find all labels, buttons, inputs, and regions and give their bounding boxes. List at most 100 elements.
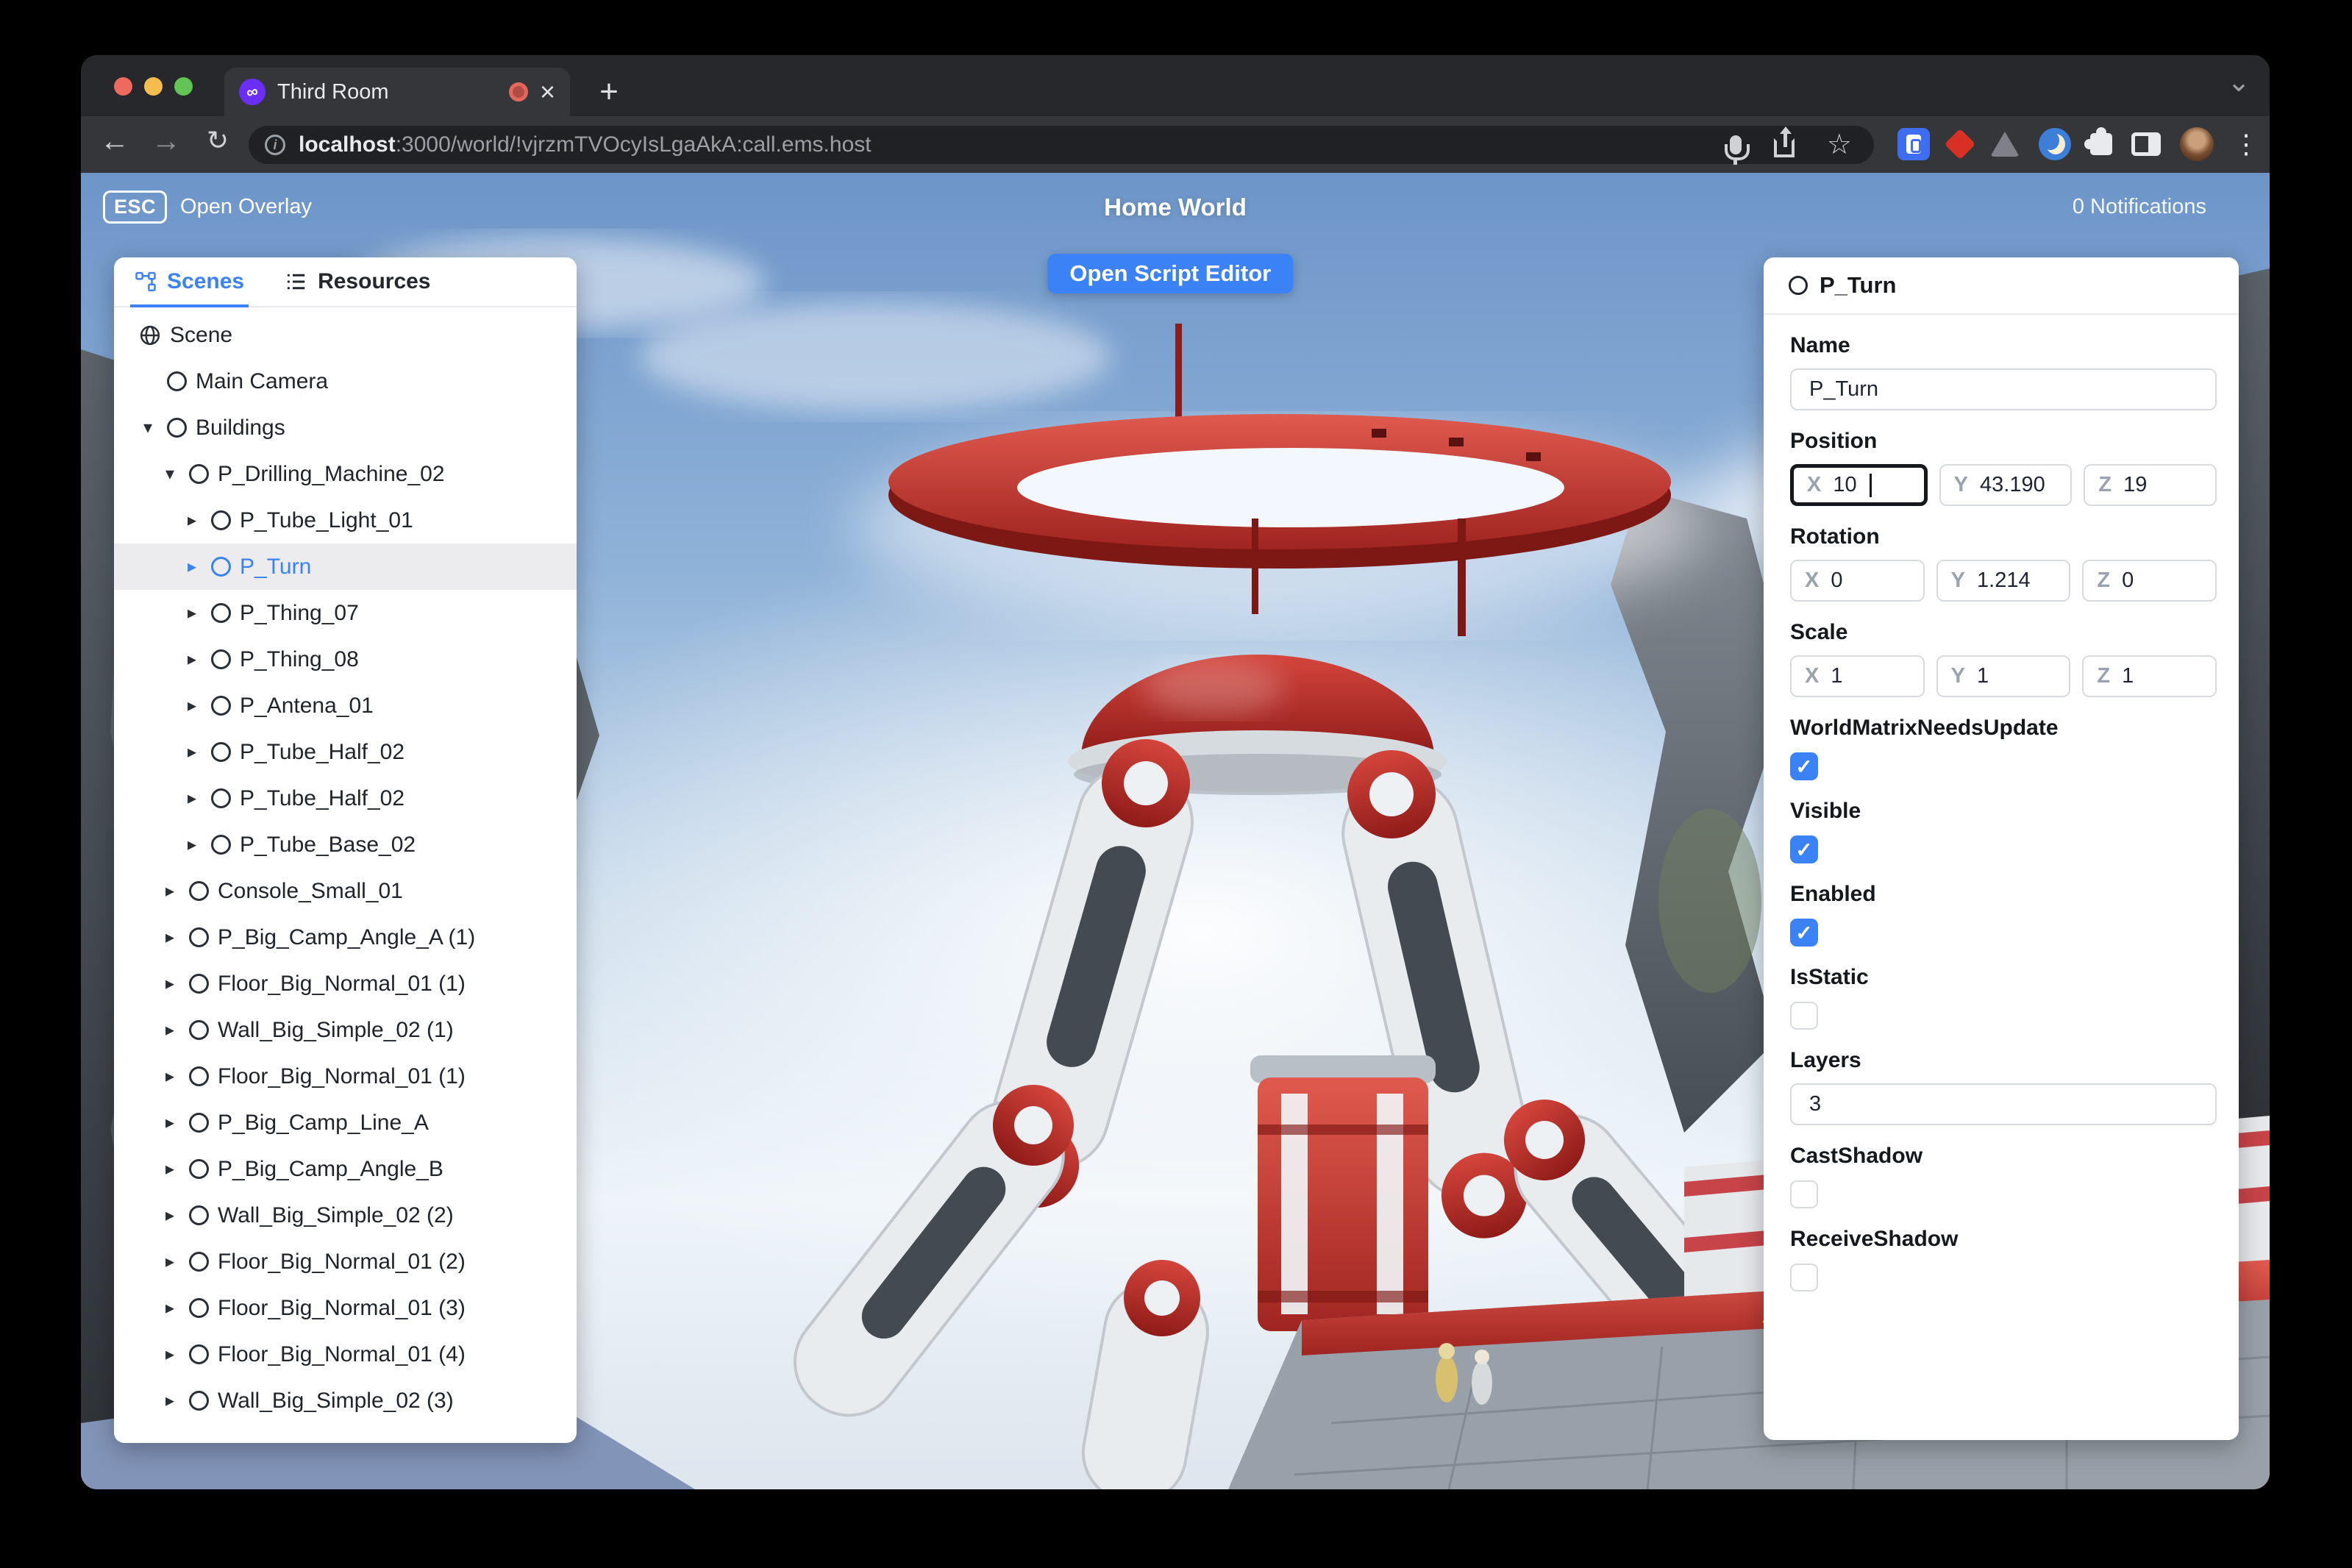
tab-resources[interactable]: Resources bbox=[285, 257, 431, 306]
name-value: P_Turn bbox=[1809, 377, 1879, 401]
chevron-collapsed-icon[interactable]: ▸ bbox=[182, 602, 202, 624]
tree-item-p-tube-base-02[interactable]: ▸ P_Tube_Base_02 bbox=[114, 822, 577, 868]
tree-item-wall-big-simple-02-1[interactable]: ▸ Wall_Big_Simple_02 (1) bbox=[114, 1007, 577, 1053]
node-circle-icon bbox=[211, 788, 231, 808]
chevron-collapsed-icon[interactable]: ▸ bbox=[182, 695, 202, 716]
new-tab-button[interactable]: + bbox=[588, 71, 630, 113]
tree-item-p-thing-08[interactable]: ▸ P_Thing_08 bbox=[114, 636, 577, 683]
position-x-input[interactable]: X 10 bbox=[1790, 464, 1928, 506]
tree-item-p-big-camp-angle-a-1[interactable]: ▸ P_Big_Camp_Angle_A (1) bbox=[114, 914, 577, 961]
minimize-window-button[interactable] bbox=[144, 77, 163, 96]
side-panel-icon[interactable] bbox=[2131, 132, 2161, 156]
tree-item-floor-big-normal-01-1b[interactable]: ▸ Floor_Big_Normal_01 (1) bbox=[114, 1053, 577, 1100]
is-static-checkbox[interactable]: ✓ bbox=[1790, 1002, 1818, 1030]
profile-avatar[interactable] bbox=[2180, 127, 2214, 161]
tree-item-p-tube-light-01[interactable]: ▸ P_Tube_Light_01 bbox=[114, 497, 577, 544]
tree-item-p-tube-half-02[interactable]: ▸ P_Tube_Half_02 bbox=[114, 729, 577, 775]
site-info-icon[interactable]: i bbox=[265, 135, 285, 155]
extensions-puzzle-icon[interactable] bbox=[2084, 127, 2112, 155]
share-icon[interactable] bbox=[1773, 129, 1795, 157]
tree-item-scene[interactable]: Scene bbox=[114, 312, 577, 358]
tree-item-p-turn[interactable]: ▸ P_Turn bbox=[114, 544, 577, 590]
receive-shadow-checkbox[interactable]: ✓ bbox=[1790, 1264, 1818, 1291]
password-manager-extension-icon[interactable] bbox=[1897, 128, 1930, 160]
cast-shadow-checkbox[interactable]: ✓ bbox=[1790, 1180, 1818, 1208]
chevron-collapsed-icon[interactable]: ▸ bbox=[160, 927, 180, 948]
properties-header: P_Turn bbox=[1764, 257, 2239, 315]
tree-item-floor-big-normal-01-3[interactable]: ▸ Floor_Big_Normal_01 (3) bbox=[114, 1285, 577, 1331]
scale-y-input[interactable]: Y 1 bbox=[1936, 655, 2071, 697]
tab-close-icon[interactable]: × bbox=[540, 79, 555, 105]
chevron-collapsed-icon[interactable]: ▸ bbox=[160, 1019, 180, 1041]
url-host: localhost bbox=[299, 132, 396, 157]
tree-item-floor-big-normal-01-1[interactable]: ▸ Floor_Big_Normal_01 (1) bbox=[114, 961, 577, 1007]
chevron-down-icon[interactable]: ⌄ bbox=[2227, 65, 2251, 99]
world-matrix-checkbox[interactable]: ✓ bbox=[1790, 752, 1818, 780]
chevron-collapsed-icon[interactable]: ▸ bbox=[160, 1251, 180, 1272]
url-text[interactable]: localhost:3000/world/!vjrzmTVOcyIsLgaAkA… bbox=[299, 132, 1717, 157]
tree-item-p-drilling-machine-02[interactable]: ▾ P_Drilling_Machine_02 bbox=[114, 451, 577, 497]
chevron-collapsed-icon[interactable]: ▸ bbox=[182, 510, 202, 531]
microphone-icon[interactable] bbox=[1724, 135, 1750, 165]
back-button[interactable]: ← bbox=[94, 125, 135, 158]
close-window-button[interactable] bbox=[114, 77, 132, 96]
browser-menu-icon[interactable]: ⋮ bbox=[2233, 131, 2259, 157]
chevron-expanded-icon[interactable]: ▾ bbox=[138, 417, 158, 438]
chevron-expanded-icon[interactable]: ▾ bbox=[160, 463, 180, 485]
layers-input[interactable]: 3 bbox=[1790, 1083, 2217, 1125]
tree-item-wall-big-simple-02-2[interactable]: ▸ Wall_Big_Simple_02 (2) bbox=[114, 1192, 577, 1239]
tree-item-p-big-camp-line-a[interactable]: ▸ P_Big_Camp_Line_A bbox=[114, 1100, 577, 1146]
forward-button[interactable]: → bbox=[146, 125, 187, 158]
world-viewport[interactable]: ESC Open Overlay Home World 0 Notificati… bbox=[81, 173, 2270, 1489]
chevron-collapsed-icon[interactable]: ▸ bbox=[182, 556, 202, 577]
tree-item-p-thing-07[interactable]: ▸ P_Thing_07 bbox=[114, 590, 577, 636]
chevron-collapsed-icon[interactable]: ▸ bbox=[160, 1344, 180, 1365]
notifications-label[interactable]: 0 Notifications bbox=[2073, 195, 2206, 219]
tree-item-p-antena-01[interactable]: ▸ P_Antena_01 bbox=[114, 683, 577, 729]
chevron-collapsed-icon[interactable]: ▸ bbox=[160, 1205, 180, 1226]
rotation-y-input[interactable]: Y 1.214 bbox=[1936, 560, 2071, 602]
reload-button[interactable]: ↻ bbox=[197, 125, 238, 156]
chevron-collapsed-icon[interactable]: ▸ bbox=[182, 834, 202, 855]
axis-x-label: X bbox=[1807, 473, 1822, 496]
scale-x-input[interactable]: X 1 bbox=[1790, 655, 1925, 697]
tree-item-floor-big-normal-01-2[interactable]: ▸ Floor_Big_Normal_01 (2) bbox=[114, 1239, 577, 1285]
chevron-collapsed-icon[interactable]: ▸ bbox=[160, 1158, 180, 1180]
tab-scenes[interactable]: Scenes bbox=[129, 257, 249, 307]
rotation-z-input[interactable]: Z 0 bbox=[2082, 560, 2217, 602]
position-z-input[interactable]: Z 19 bbox=[2084, 464, 2217, 506]
chevron-collapsed-icon[interactable]: ▸ bbox=[160, 1297, 180, 1319]
chevron-collapsed-icon[interactable]: ▸ bbox=[182, 741, 202, 763]
open-script-editor-button[interactable]: Open Script Editor bbox=[1047, 254, 1294, 293]
tab-third-room[interactable]: ∞ Third Room × bbox=[224, 68, 570, 116]
chevron-collapsed-icon[interactable]: ▸ bbox=[160, 973, 180, 994]
tree-item-main-camera[interactable]: Main Camera bbox=[114, 358, 577, 405]
zoom-window-button[interactable] bbox=[174, 77, 193, 96]
chevron-collapsed-icon[interactable]: ▸ bbox=[160, 880, 180, 902]
chevron-collapsed-icon[interactable]: ▸ bbox=[160, 1390, 180, 1411]
chevron-collapsed-icon[interactable]: ▸ bbox=[182, 788, 202, 809]
node-circle-icon bbox=[189, 1113, 209, 1133]
tree-item-p-tube-half-02-b[interactable]: ▸ P_Tube_Half_02 bbox=[114, 775, 577, 822]
tree-item-wall-big-simple-02-3[interactable]: ▸ Wall_Big_Simple_02 (3) bbox=[114, 1378, 577, 1424]
enabled-checkbox[interactable]: ✓ bbox=[1790, 919, 1818, 947]
tree-item-buildings[interactable]: ▾ Buildings bbox=[114, 405, 577, 451]
position-y-input[interactable]: Y 43.190 bbox=[1939, 464, 2073, 506]
tree-item-p-big-camp-angle-b[interactable]: ▸ P_Big_Camp_Angle_B bbox=[114, 1146, 577, 1192]
chevron-collapsed-icon[interactable]: ▸ bbox=[182, 649, 202, 670]
dark-mode-extension-icon[interactable] bbox=[2039, 128, 2071, 160]
name-input[interactable]: P_Turn bbox=[1790, 368, 2217, 410]
chevron-collapsed-icon[interactable]: ▸ bbox=[160, 1112, 180, 1133]
red-diamond-extension-icon[interactable] bbox=[1944, 128, 1976, 160]
rotation-x-input[interactable]: X 0 bbox=[1790, 560, 1925, 602]
visible-checkbox[interactable]: ✓ bbox=[1790, 835, 1818, 863]
chevron-collapsed-icon[interactable]: ▸ bbox=[160, 1066, 180, 1087]
recycle-extension-icon[interactable] bbox=[1990, 132, 2020, 157]
address-bar[interactable]: i localhost:3000/world/!vjrzmTVOcyIsLgaA… bbox=[249, 126, 1874, 165]
hierarchy-icon bbox=[135, 271, 156, 292]
tree-item-label: P_Turn bbox=[240, 554, 312, 579]
tree-item-console-small-01[interactable]: ▸ Console_Small_01 bbox=[114, 868, 577, 914]
tree-item-floor-big-normal-01-4[interactable]: ▸ Floor_Big_Normal_01 (4) bbox=[114, 1331, 577, 1378]
scale-z-input[interactable]: Z 1 bbox=[2082, 655, 2217, 697]
bookmark-star-icon[interactable]: ☆ bbox=[1827, 131, 1852, 159]
